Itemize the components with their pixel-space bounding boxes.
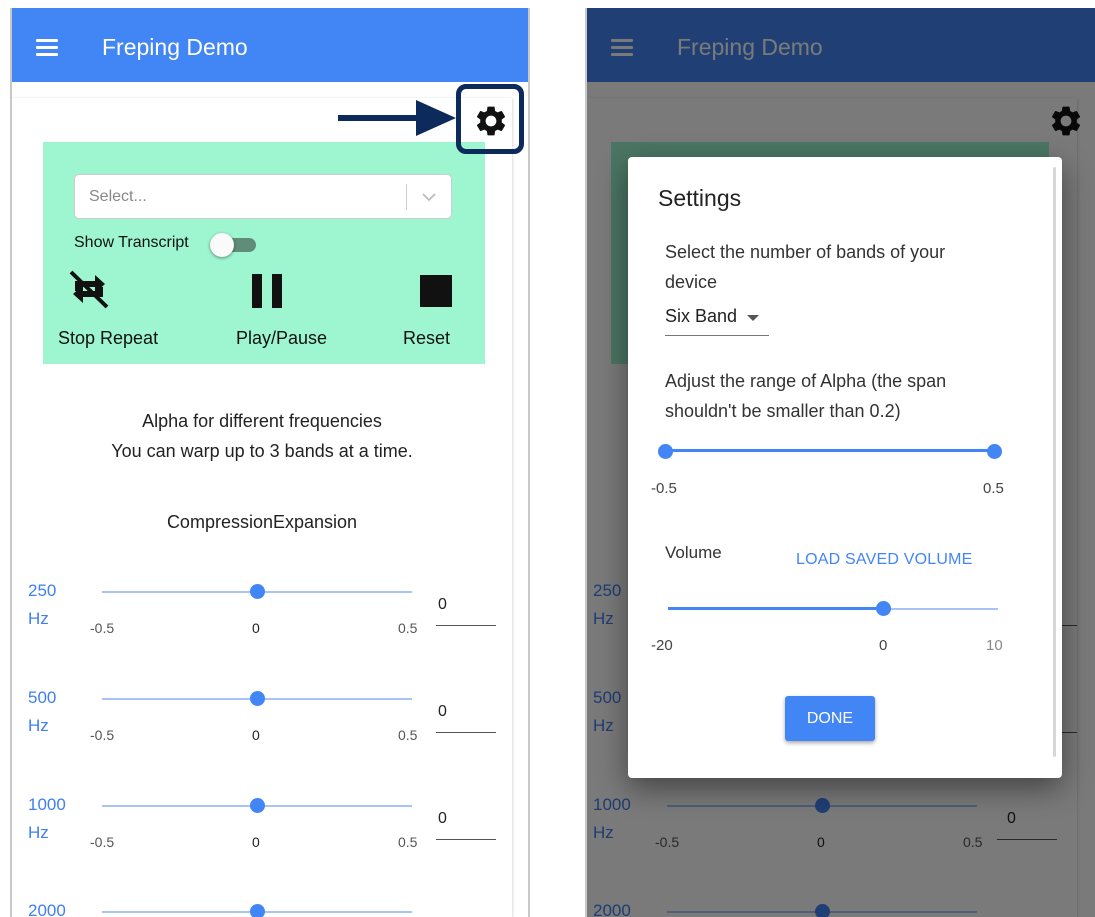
band-value-field[interactable] bbox=[436, 732, 496, 733]
alpha-prompt: Adjust the range of Alpha (the span shou… bbox=[665, 371, 947, 421]
band-freq: 1000 bbox=[28, 795, 66, 814]
band-value: 0 bbox=[438, 596, 447, 613]
show-transcript-label: Show Transcript bbox=[74, 234, 189, 251]
band-unit: Hz bbox=[28, 716, 49, 735]
tick-max: 0.5 bbox=[398, 727, 418, 743]
band-unit: Hz bbox=[28, 823, 49, 842]
alpha-min-label: -0.5 bbox=[651, 480, 677, 497]
volume-slider-track-inactive[interactable] bbox=[884, 608, 998, 610]
pause-icon[interactable] bbox=[250, 272, 284, 310]
menu-icon[interactable] bbox=[36, 39, 58, 56]
main-screen: Freping Demo Select... Show Transcript S… bbox=[10, 8, 530, 917]
tick-min: -0.5 bbox=[90, 834, 115, 850]
tick-max: 0.5 bbox=[398, 834, 418, 850]
caret-down-icon bbox=[747, 315, 759, 321]
volume-slider-thumb[interactable] bbox=[876, 601, 891, 616]
info-line-2: You can warp up to 3 bands at a time. bbox=[111, 441, 413, 461]
stop-repeat-label[interactable]: Stop Repeat bbox=[58, 328, 158, 349]
alpha-range-track[interactable] bbox=[665, 449, 995, 452]
play-pause-label[interactable]: Play/Pause bbox=[236, 328, 327, 349]
band-slider-thumb[interactable] bbox=[250, 584, 265, 599]
tick-min: -0.5 bbox=[90, 620, 115, 636]
stop-icon[interactable] bbox=[419, 274, 453, 308]
dialog-scrollbar[interactable] bbox=[1053, 167, 1056, 757]
volume-value-label: 0 bbox=[879, 637, 888, 654]
app-title: Freping Demo bbox=[102, 34, 248, 60]
tick-mid: 0 bbox=[252, 727, 260, 743]
bands-select-value: Six Band bbox=[665, 306, 738, 326]
volume-max-label: 10 bbox=[986, 637, 1003, 654]
tick-max: 0.5 bbox=[398, 620, 418, 636]
app-bar: Freping Demo bbox=[12, 8, 528, 82]
player-controls: Select... Show Transcript Stop Repeat Pl… bbox=[43, 142, 485, 364]
audio-select[interactable]: Select... bbox=[74, 174, 452, 219]
band-freq: 250 bbox=[28, 581, 57, 600]
select-separator bbox=[406, 184, 407, 210]
band-value-field[interactable] bbox=[436, 625, 496, 626]
select-placeholder: Select... bbox=[89, 188, 147, 205]
gear-icon[interactable] bbox=[473, 103, 509, 139]
done-button[interactable]: DONE bbox=[785, 696, 875, 741]
callout-arrow-icon bbox=[338, 100, 456, 136]
info-line-1: Alpha for different frequencies bbox=[142, 411, 382, 431]
load-saved-volume-button[interactable]: LOAD SAVED VOLUME bbox=[796, 551, 973, 569]
dialog-title: Settings bbox=[658, 185, 742, 211]
reset-label[interactable]: Reset bbox=[403, 328, 450, 349]
band-slider-thumb[interactable] bbox=[250, 904, 265, 917]
band-value-field[interactable] bbox=[436, 839, 496, 840]
repeat-off-icon[interactable] bbox=[65, 269, 113, 309]
alpha-min-thumb[interactable] bbox=[658, 444, 673, 459]
band-unit: Hz bbox=[28, 609, 49, 628]
mode-label: CompressionExpansion bbox=[166, 512, 358, 532]
content-card: Select... Show Transcript Stop Repeat Pl… bbox=[12, 98, 512, 917]
band-slider-thumb[interactable] bbox=[250, 691, 265, 706]
settings-dialog: Settings Select the number of bands of y… bbox=[628, 157, 1062, 778]
bands-select[interactable]: Six Band bbox=[665, 302, 769, 336]
band-freq: 2000 bbox=[28, 901, 66, 917]
tick-mid: 0 bbox=[252, 834, 260, 850]
chevron-down-icon[interactable] bbox=[419, 187, 439, 207]
alpha-max-thumb[interactable] bbox=[987, 444, 1002, 459]
tick-mid: 0 bbox=[252, 620, 260, 636]
volume-slider-track-active[interactable] bbox=[668, 607, 884, 610]
band-slider-thumb[interactable] bbox=[250, 798, 265, 813]
band-freq: 500 bbox=[28, 688, 57, 707]
alpha-max-label: 0.5 bbox=[983, 480, 1004, 497]
band-value: 0 bbox=[438, 703, 447, 720]
band-value: 0 bbox=[438, 810, 447, 827]
bands-prompt: Select the number of bands of your devic… bbox=[665, 242, 946, 292]
toggle-knob[interactable] bbox=[210, 233, 234, 257]
tick-min: -0.5 bbox=[90, 727, 115, 743]
volume-min-label: -20 bbox=[651, 637, 673, 654]
